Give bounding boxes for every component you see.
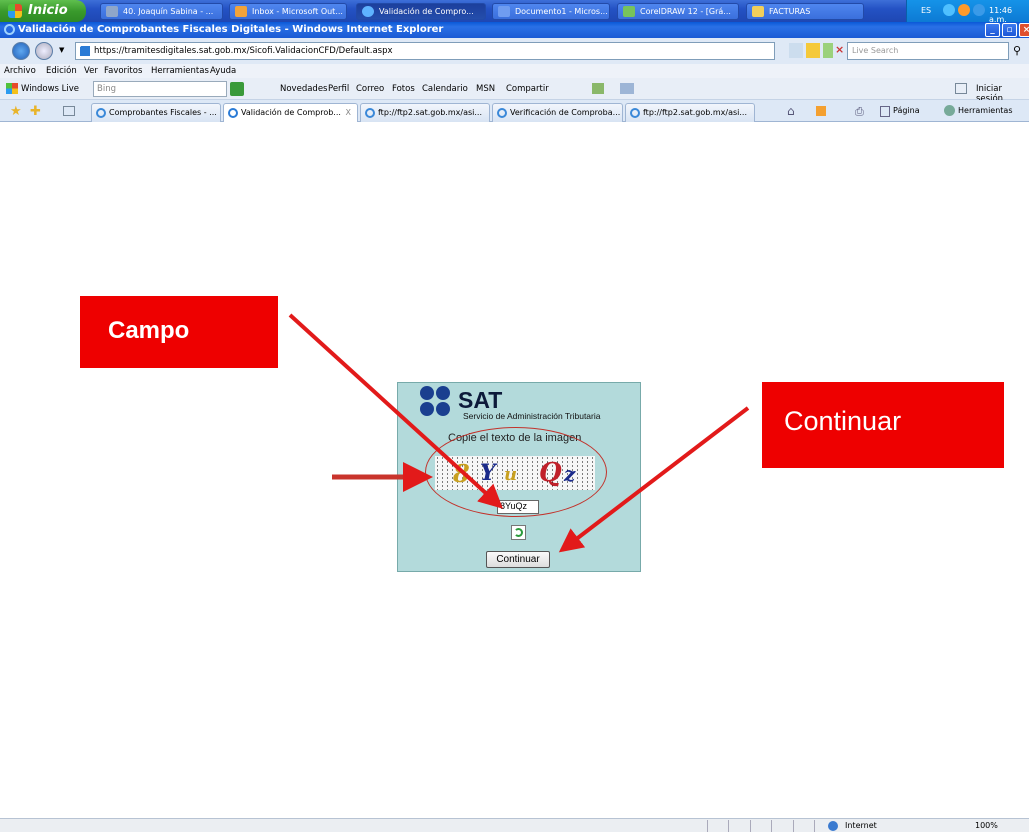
arrow-to-continue (558, 406, 750, 553)
annotation-arrows (288, 313, 750, 553)
status-bar: Internet 100% (0, 818, 1029, 832)
zoom-level[interactable]: 100% (975, 821, 998, 830)
internet-zone-icon (828, 821, 838, 831)
security-zone: Internet (845, 821, 877, 830)
